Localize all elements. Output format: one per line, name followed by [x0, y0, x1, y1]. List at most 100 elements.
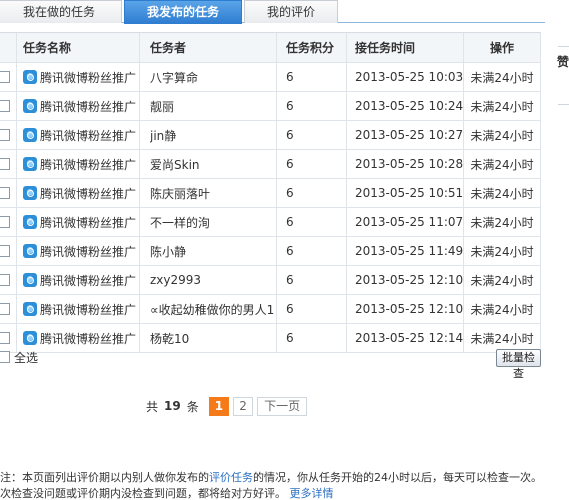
row-checkbox[interactable] [0, 63, 16, 91]
footnote: 注：本页面列出评价期以内别人做你发布的评价任务的情况，你从任务开始的24小时以后… [0, 470, 569, 500]
table-row: 腾讯微博粉丝推广 陈庆丽落叶 6 2013-05-25 10:51 未满24小时 [0, 179, 541, 208]
page-1-button[interactable]: 1 [208, 396, 230, 416]
row-checkbox[interactable] [0, 150, 16, 178]
operation-cell: 未满24小时 [470, 128, 534, 143]
operation-cell: 未满24小时 [470, 70, 534, 85]
checkbox-icon[interactable] [0, 303, 10, 315]
checkbox-icon[interactable] [0, 351, 10, 363]
worker-cell: 杨乾10 [150, 331, 190, 346]
operation-cell: 未满24小时 [470, 331, 534, 346]
table-row: 腾讯微博粉丝推广 陈小静 6 2013-05-25 11:49 未满24小时 [0, 237, 541, 266]
checkbox-icon[interactable] [0, 332, 10, 344]
time-cell: 2013-05-25 10:03 [355, 70, 463, 84]
tab-my-reviews[interactable]: 我的评价 [244, 0, 338, 23]
worker-cell: zxy2993 [150, 273, 202, 287]
task-name-cell[interactable]: 腾讯微博粉丝推广 [23, 179, 139, 207]
task-name-cell[interactable]: 腾讯微博粉丝推广 [23, 150, 139, 178]
task-name[interactable]: 腾讯微博粉丝推广 [40, 127, 136, 144]
task-name-cell[interactable]: 腾讯微博粉丝推广 [23, 295, 139, 323]
note-text-1a: 注：本页面列出评价期以内别人做你发布的 [0, 471, 209, 484]
checkbox-icon[interactable] [0, 71, 10, 83]
worker-cell: 陈庆丽落叶 [150, 186, 211, 201]
pager-total: 19 [164, 399, 181, 413]
task-name[interactable]: 腾讯微博粉丝推广 [40, 156, 136, 173]
worker-cell: 靓丽 [150, 99, 175, 114]
score-cell: 6 [286, 186, 294, 200]
tencent-weibo-icon [23, 244, 37, 258]
score-cell: 6 [286, 128, 294, 142]
table-row: 腾讯微博粉丝推广 zxy2993 6 2013-05-25 12:10 未满24小时 [0, 266, 541, 295]
score-cell: 6 [286, 244, 294, 258]
tab-bar: 我在做的任务 我发布的任务 我的评价 [0, 0, 545, 24]
select-all[interactable]: 全选 [0, 349, 38, 365]
batch-check-button[interactable]: 批量检查 [496, 349, 541, 380]
task-name[interactable]: 腾讯微博粉丝推广 [40, 272, 136, 289]
header-score: 任务积分 [286, 41, 335, 55]
checkbox-icon[interactable] [0, 158, 10, 170]
row-checkbox[interactable] [0, 208, 16, 236]
score-cell: 6 [286, 70, 294, 84]
pager-suffix: 条 [186, 399, 199, 414]
operation-cell: 未满24小时 [470, 244, 534, 259]
task-name-cell[interactable]: 腾讯微博粉丝推广 [23, 266, 139, 294]
right-panel-divider [558, 46, 569, 47]
pager-prefix: 共 [146, 399, 159, 414]
task-name[interactable]: 腾讯微博粉丝推广 [40, 301, 136, 318]
task-name-cell[interactable]: 腾讯微博粉丝推广 [23, 324, 139, 352]
score-cell: 6 [286, 215, 294, 229]
table-row: 腾讯微博粉丝推广 不一样的洵 6 2013-05-25 11:07 未满24小时 [0, 208, 541, 237]
tab-my-published-tasks[interactable]: 我发布的任务 [124, 0, 242, 24]
worker-cell: ∝收起幼稚做你的男人1 [150, 302, 275, 317]
tencent-weibo-icon [23, 186, 37, 200]
note-link-review-task[interactable]: 评价任务 [209, 471, 253, 484]
task-name-cell[interactable]: 腾讯微博粉丝推广 [23, 63, 139, 91]
task-table: 任务名称 任务者 任务积分 接任务时间 操作 腾讯微博粉丝推广 八字算命 6 2013… [0, 32, 541, 353]
time-cell: 2013-05-25 10:27 [355, 128, 463, 142]
checkbox-icon[interactable] [0, 216, 10, 228]
task-name-cell[interactable]: 腾讯微博粉丝推广 [23, 237, 139, 265]
header-task-name: 任务名称 [23, 41, 72, 55]
time-cell: 2013-05-25 11:07 [355, 215, 463, 229]
table-row: 腾讯微博粉丝推广 八字算命 6 2013-05-25 10:03 未满24小时 [0, 63, 541, 92]
score-cell: 6 [286, 157, 294, 171]
score-cell: 6 [286, 99, 294, 113]
worker-cell: 陈小静 [150, 244, 187, 259]
task-name-cell[interactable]: 腾讯微博粉丝推广 [23, 92, 139, 120]
time-cell: 2013-05-25 10:28 [355, 157, 463, 171]
next-page-button[interactable]: 下一页 [257, 396, 308, 416]
tencent-weibo-icon [23, 302, 37, 316]
tab-my-doing-tasks[interactable]: 我在做的任务 [0, 0, 122, 23]
tencent-weibo-icon [23, 157, 37, 171]
task-name[interactable]: 腾讯微博粉丝推广 [40, 330, 136, 347]
task-name[interactable]: 腾讯微博粉丝推广 [40, 243, 136, 260]
row-checkbox[interactable] [0, 92, 16, 120]
checkbox-icon[interactable] [0, 274, 10, 286]
row-checkbox[interactable] [0, 295, 16, 323]
operation-cell: 未满24小时 [470, 273, 534, 288]
row-checkbox[interactable] [0, 237, 16, 265]
table-row: 腾讯微博粉丝推广 杨乾10 6 2013-05-25 12:14 未满24小时 [0, 324, 541, 353]
header-worker: 任务者 [150, 41, 187, 55]
worker-cell: 八字算命 [150, 70, 199, 85]
task-name-cell[interactable]: 腾讯微博粉丝推广 [23, 121, 139, 149]
row-checkbox[interactable] [0, 121, 16, 149]
select-all-label: 全选 [14, 350, 39, 365]
checkbox-icon[interactable] [0, 100, 10, 112]
worker-cell: 不一样的洵 [150, 215, 211, 230]
task-name[interactable]: 腾讯微博粉丝推广 [40, 185, 136, 202]
checkbox-icon[interactable] [0, 187, 10, 199]
checkbox-icon[interactable] [0, 129, 10, 141]
row-checkbox[interactable] [0, 266, 16, 294]
table-row: 腾讯微博粉丝推广 靓丽 6 2013-05-25 10:24 未满24小时 [0, 92, 541, 121]
task-name[interactable]: 腾讯微博粉丝推广 [40, 69, 136, 86]
task-name[interactable]: 腾讯微博粉丝推广 [40, 98, 136, 115]
row-checkbox[interactable] [0, 179, 16, 207]
more-details-link[interactable]: 更多详情 [290, 487, 334, 500]
task-name[interactable]: 腾讯微博粉丝推广 [40, 214, 136, 231]
worker-cell: jin静 [150, 128, 177, 143]
checkbox-icon[interactable] [0, 245, 10, 257]
time-cell: 2013-05-25 12:10 [355, 302, 463, 316]
page-2-button[interactable]: 2 [233, 396, 254, 416]
header-accept-time: 接任务时间 [355, 41, 416, 55]
task-name-cell[interactable]: 腾讯微博粉丝推广 [23, 208, 139, 236]
